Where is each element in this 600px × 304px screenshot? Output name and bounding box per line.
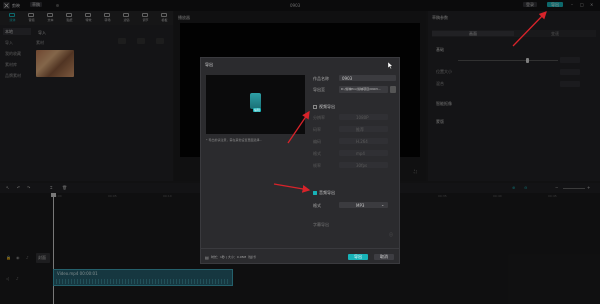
arrow-to-export-top	[512, 11, 547, 47]
annotation-arrows	[273, 11, 547, 193]
arrow-to-video-export	[287, 110, 310, 144]
arrow-to-audio-export	[273, 183, 311, 193]
